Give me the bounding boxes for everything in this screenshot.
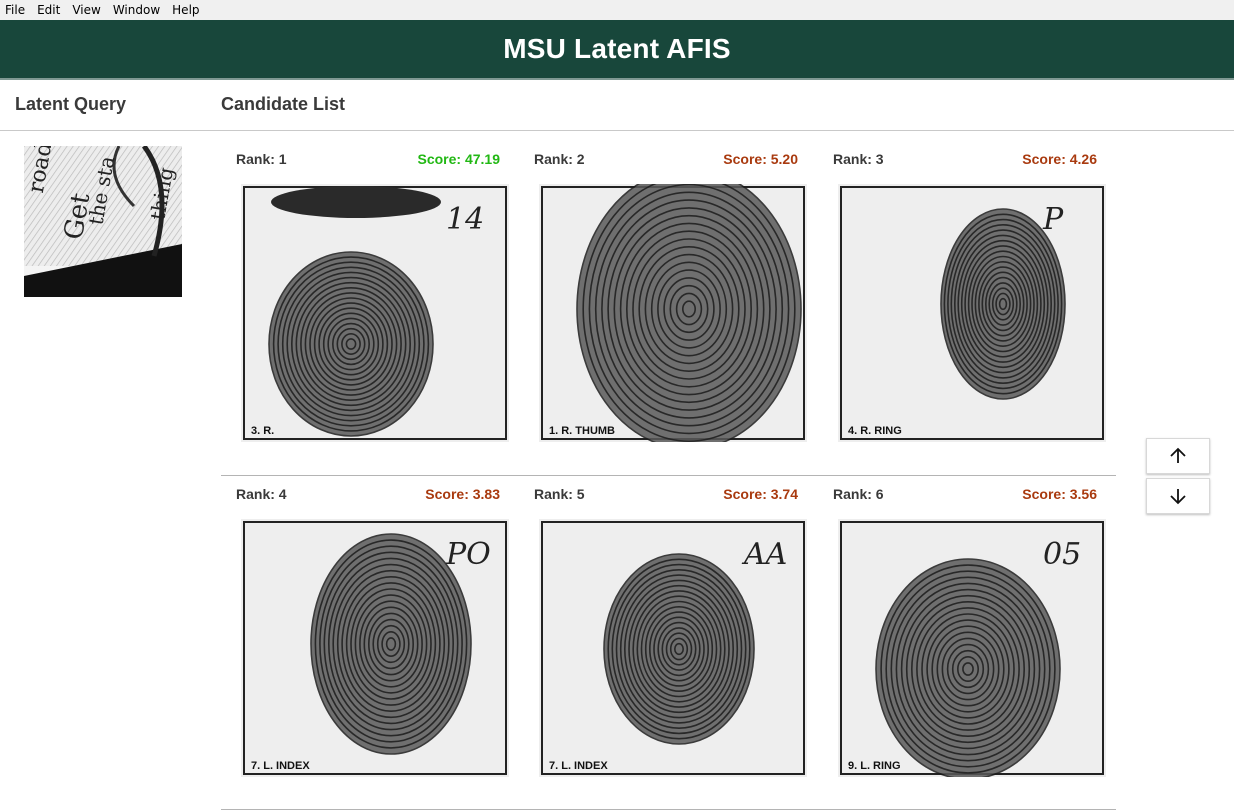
candidate-fingerprint-image[interactable]: 4. R. RING P [838, 184, 1106, 442]
card-handwritten-mark: 14 [446, 202, 484, 237]
app-title: MSU Latent AFIS [503, 33, 731, 64]
menu-bar: File Edit View Window Help [0, 0, 1234, 20]
arrow-up-icon [1170, 447, 1186, 463]
rank-label: Rank: 3 [833, 151, 884, 167]
menu-window[interactable]: Window [107, 0, 166, 20]
candidate-header: Rank: 3 Score: 4.26 [833, 150, 1097, 168]
rank-label: Rank: 4 [236, 486, 287, 502]
fingerprint-graphic: 3. R. 14 [241, 184, 509, 442]
score-label: Score: 5.20 [723, 151, 798, 167]
score-label: Score: 4.26 [1022, 151, 1097, 167]
candidate-header: Rank: 6 Score: 3.56 [833, 485, 1097, 503]
arrow-down-icon [1170, 489, 1186, 505]
latent-image-graphic: road Get the sta thing [24, 146, 182, 297]
latent-query-heading: Latent Query [15, 94, 127, 114]
fingerprint-graphic: 7. L. INDEX PO [241, 519, 509, 777]
menu-edit[interactable]: Edit [31, 0, 66, 20]
score-label: Score: 3.56 [1022, 486, 1097, 502]
candidate-header: Rank: 1 Score: 47.19 [236, 150, 500, 168]
score-label: Score: 3.83 [425, 486, 500, 502]
candidate-header: Rank: 4 Score: 3.83 [236, 485, 500, 503]
finger-position-label: 3. R. [251, 425, 274, 437]
rank-label: Rank: 5 [534, 486, 585, 502]
candidate-fingerprint-image[interactable]: 3. R. 14 [241, 184, 509, 442]
finger-position-label: 1. R. THUMB [549, 425, 615, 437]
candidate-card[interactable]: Rank: 2 Score: 5.20 1. R. THUMB [519, 130, 811, 442]
row-divider [221, 809, 1116, 810]
score-label: Score: 3.74 [723, 486, 798, 502]
finger-position-label: 7. L. INDEX [549, 760, 608, 772]
card-handwritten-mark: P [1042, 202, 1064, 237]
candidate-header: Rank: 2 Score: 5.20 [534, 150, 798, 168]
fingerprint-graphic: 7. L. INDEX AA [539, 519, 807, 777]
rank-label: Rank: 6 [833, 486, 884, 502]
finger-position-label: 4. R. RING [848, 425, 902, 437]
candidate-list-heading: Candidate List [221, 94, 346, 114]
candidate-fingerprint-image[interactable]: 7. L. INDEX AA [539, 519, 807, 777]
app-header: MSU Latent AFIS [0, 20, 1234, 80]
score-label: Score: 47.19 [417, 151, 501, 167]
candidate-card[interactable]: Rank: 5 Score: 3.74 7. L. INDEX AA [519, 465, 811, 777]
candidate-card[interactable]: Rank: 1 Score: 47.19 3. R. 14 [221, 130, 513, 442]
fingerprint-graphic: 4. R. RING P [838, 184, 1106, 442]
candidate-card[interactable]: Rank: 4 Score: 3.83 7. L. INDEX PO [221, 465, 513, 777]
candidate-header: Rank: 5 Score: 3.74 [534, 485, 798, 503]
fingerprint-graphic: 1. R. THUMB [539, 184, 807, 442]
candidate-fingerprint-image[interactable]: 7. L. INDEX PO [241, 519, 509, 777]
scroll-down-button[interactable] [1146, 478, 1210, 514]
card-handwritten-mark: 05 [1043, 537, 1081, 572]
menu-file[interactable]: File [0, 0, 31, 20]
candidate-card[interactable]: Rank: 3 Score: 4.26 4. R. RING P [818, 130, 1110, 442]
menu-help[interactable]: Help [166, 0, 205, 20]
finger-position-label: 9. L. RING [848, 760, 901, 772]
finger-position-label: 7. L. INDEX [251, 760, 310, 772]
rank-label: Rank: 2 [534, 151, 585, 167]
latent-query-image[interactable]: road Get the sta thing [24, 146, 182, 297]
rank-label: Rank: 1 [236, 151, 287, 167]
candidate-fingerprint-image[interactable]: 1. R. THUMB [539, 184, 807, 442]
candidate-fingerprint-image[interactable]: 9. L. RING 05 [838, 519, 1106, 777]
card-handwritten-mark: PO [445, 537, 491, 572]
card-handwritten-mark: AA [741, 537, 787, 572]
fingerprint-graphic: 9. L. RING 05 [838, 519, 1106, 777]
scroll-up-button[interactable] [1146, 438, 1210, 474]
menu-view[interactable]: View [66, 0, 106, 20]
candidate-card[interactable]: Rank: 6 Score: 3.56 9. L. RING 05 [818, 465, 1110, 777]
